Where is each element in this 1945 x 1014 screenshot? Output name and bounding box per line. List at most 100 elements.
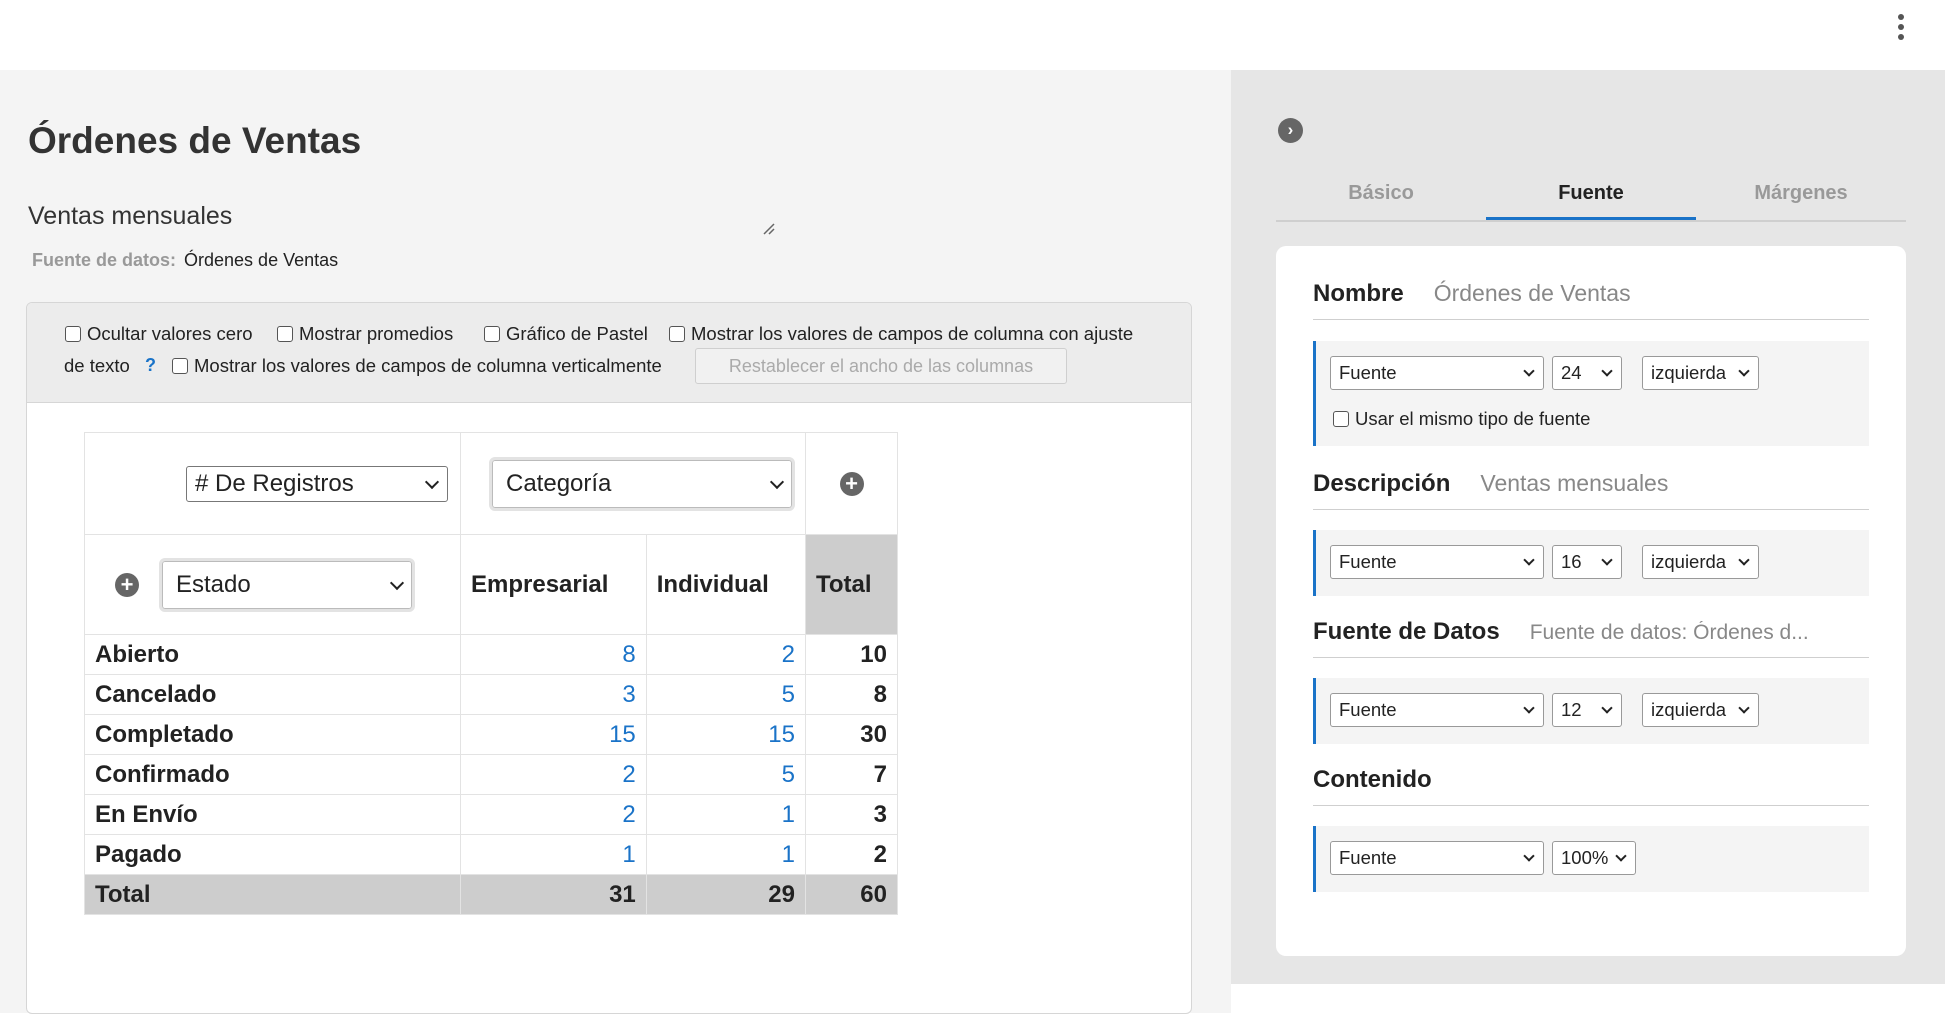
nombre-align-select[interactable]: izquierda: [1642, 356, 1759, 390]
chevron-down-icon: [389, 575, 405, 590]
row-label: Abierto: [84, 634, 461, 675]
hide-zero-checkbox[interactable]: Ocultar valores cero: [65, 323, 253, 345]
tab-margenes[interactable]: Márgenes: [1696, 180, 1906, 220]
row-field-select-value: Estado: [176, 570, 251, 598]
contenido-section-header: Contenido: [1313, 766, 1869, 806]
measure-select[interactable]: # De Registros: [186, 465, 448, 502]
hide-zero-label: Ocultar valores cero: [87, 323, 253, 344]
nombre-section-header: Nombre Órdenes de Ventas: [1313, 280, 1869, 320]
descripcion-font-select[interactable]: Fuente: [1330, 545, 1544, 579]
report-description[interactable]: Ventas mensuales: [28, 202, 232, 231]
value-cell[interactable]: 2: [460, 794, 647, 835]
column-field-select[interactable]: Categoría: [489, 456, 795, 511]
column-field-select-value: Categoría: [506, 469, 612, 497]
nombre-font-select[interactable]: Fuente: [1330, 356, 1544, 390]
checkbox-box[interactable]: [1333, 411, 1349, 427]
checkbox-box[interactable]: [65, 326, 81, 342]
wrap-text-checkbox[interactable]: Mostrar los valores de campos de columna…: [669, 323, 1133, 345]
settings-tabs: Básico Fuente Márgenes: [1276, 180, 1906, 222]
value-cell[interactable]: 1: [645, 794, 807, 835]
contenido-font-select[interactable]: Fuente: [1330, 841, 1544, 875]
row-total-cell: 8: [805, 674, 898, 715]
chevron-down-icon: [1738, 365, 1750, 377]
tab-basico[interactable]: Básico: [1276, 180, 1486, 220]
value-cell[interactable]: 3: [460, 674, 647, 715]
more-options-icon[interactable]: [1891, 14, 1911, 42]
chevron-down-icon: [1615, 850, 1627, 862]
wrap-text-label-continued: de texto: [64, 355, 130, 376]
help-icon[interactable]: ?: [145, 355, 156, 376]
value-cell[interactable]: 1: [460, 834, 647, 875]
resize-handle-icon[interactable]: [762, 222, 776, 236]
checkbox-box[interactable]: [669, 326, 685, 342]
page-title: Órdenes de Ventas: [28, 120, 362, 161]
show-averages-label: Mostrar promedios: [299, 323, 454, 344]
fuente-datos-font-settings: Fuente 12 izquierda: [1313, 678, 1869, 744]
nombre-size-select[interactable]: 24: [1552, 356, 1622, 390]
descripcion-section-header: Descripción Ventas mensuales: [1313, 470, 1869, 510]
contenido-size-select[interactable]: 100%: [1552, 841, 1636, 875]
contenido-section-title: Contenido: [1313, 766, 1432, 793]
font-select-value: Fuente: [1339, 551, 1397, 572]
table-row: Completado 15 15 30: [84, 714, 898, 755]
size-select-value: 12: [1561, 699, 1582, 720]
checkbox-box[interactable]: [277, 326, 293, 342]
value-cell[interactable]: 8: [460, 634, 647, 675]
show-averages-checkbox[interactable]: Mostrar promedios: [277, 323, 453, 345]
pivot-table: # De Registros Categoría + + Estado Empre…: [84, 432, 898, 915]
value-cell[interactable]: 5: [645, 754, 807, 795]
font-settings-card: Nombre Órdenes de Ventas Fuente 24 izqui…: [1276, 246, 1906, 956]
value-cell[interactable]: 15: [645, 714, 807, 755]
size-select-value: 24: [1561, 362, 1582, 383]
chevron-down-icon: [1738, 554, 1750, 566]
value-cell[interactable]: 5: [645, 674, 807, 715]
options-bar: Ocultar valores cero Mostrar promedios G…: [27, 303, 1191, 403]
checkbox-box[interactable]: [172, 358, 188, 374]
settings-panel: › Básico Fuente Márgenes Nombre Órdenes …: [1231, 70, 1945, 984]
font-select-value: Fuente: [1339, 847, 1397, 868]
row-field-select[interactable]: Estado: [159, 557, 415, 612]
chevron-down-icon: [1523, 702, 1535, 714]
value-cell[interactable]: 2: [645, 634, 807, 675]
align-select-value: izquierda: [1651, 699, 1727, 720]
row-total-cell: 3: [805, 794, 898, 835]
fuente-datos-section-value: Fuente de datos: Órdenes d...: [1529, 621, 1809, 644]
nombre-font-settings: Fuente 24 izquierda Usar el mismo tipo d…: [1313, 341, 1869, 446]
pie-chart-checkbox[interactable]: Gráfico de Pastel: [484, 323, 648, 345]
descripcion-size-select[interactable]: 16: [1552, 545, 1622, 579]
fuente-datos-size-select[interactable]: 12: [1552, 693, 1622, 727]
row-label: Pagado: [84, 834, 461, 875]
add-row-field-icon[interactable]: +: [115, 572, 139, 597]
checkbox-box[interactable]: [484, 326, 500, 342]
pie-chart-label: Gráfico de Pastel: [506, 323, 648, 344]
row-total-cell: 7: [805, 754, 898, 795]
value-cell[interactable]: 2: [460, 754, 647, 795]
align-select-value: izquierda: [1651, 551, 1727, 572]
fuente-datos-align-select[interactable]: izquierda: [1642, 693, 1759, 727]
total-row-label: Total: [84, 874, 461, 915]
column-header-empresarial[interactable]: Empresarial: [460, 534, 647, 635]
column-header-individual[interactable]: Individual: [645, 534, 807, 635]
value-cell[interactable]: 1: [645, 834, 807, 875]
descripcion-align-select[interactable]: izquierda: [1642, 545, 1759, 579]
tab-fuente[interactable]: Fuente: [1486, 180, 1696, 220]
total-row: Total 31 29 60: [84, 874, 898, 915]
nombre-section-value: Órdenes de Ventas: [1433, 280, 1631, 306]
collapse-panel-icon[interactable]: ›: [1278, 118, 1303, 143]
fuente-datos-section-header: Fuente de Datos Fuente de datos: Órdenes…: [1313, 618, 1869, 658]
same-font-checkbox[interactable]: Usar el mismo tipo de fuente: [1333, 408, 1590, 430]
fuente-datos-font-select[interactable]: Fuente: [1330, 693, 1544, 727]
reset-column-widths-button[interactable]: Restablecer el ancho de las columnas: [695, 348, 1067, 384]
row-label: Completado: [84, 714, 461, 755]
value-cell[interactable]: 15: [460, 714, 647, 755]
chevron-down-icon: [1601, 554, 1613, 566]
add-column-field-icon[interactable]: +: [839, 471, 864, 496]
row-total-cell: 10: [805, 634, 898, 675]
vertical-values-checkbox[interactable]: Mostrar los valores de campos de columna…: [172, 355, 662, 377]
measure-select-value: # De Registros: [195, 469, 354, 497]
row-field-cell: + Estado: [84, 534, 461, 635]
row-label: En Envío: [84, 794, 461, 835]
table-row: Confirmado 2 5 7: [84, 754, 898, 795]
size-select-value: 16: [1561, 551, 1582, 572]
size-select-value: 100%: [1561, 847, 1609, 868]
